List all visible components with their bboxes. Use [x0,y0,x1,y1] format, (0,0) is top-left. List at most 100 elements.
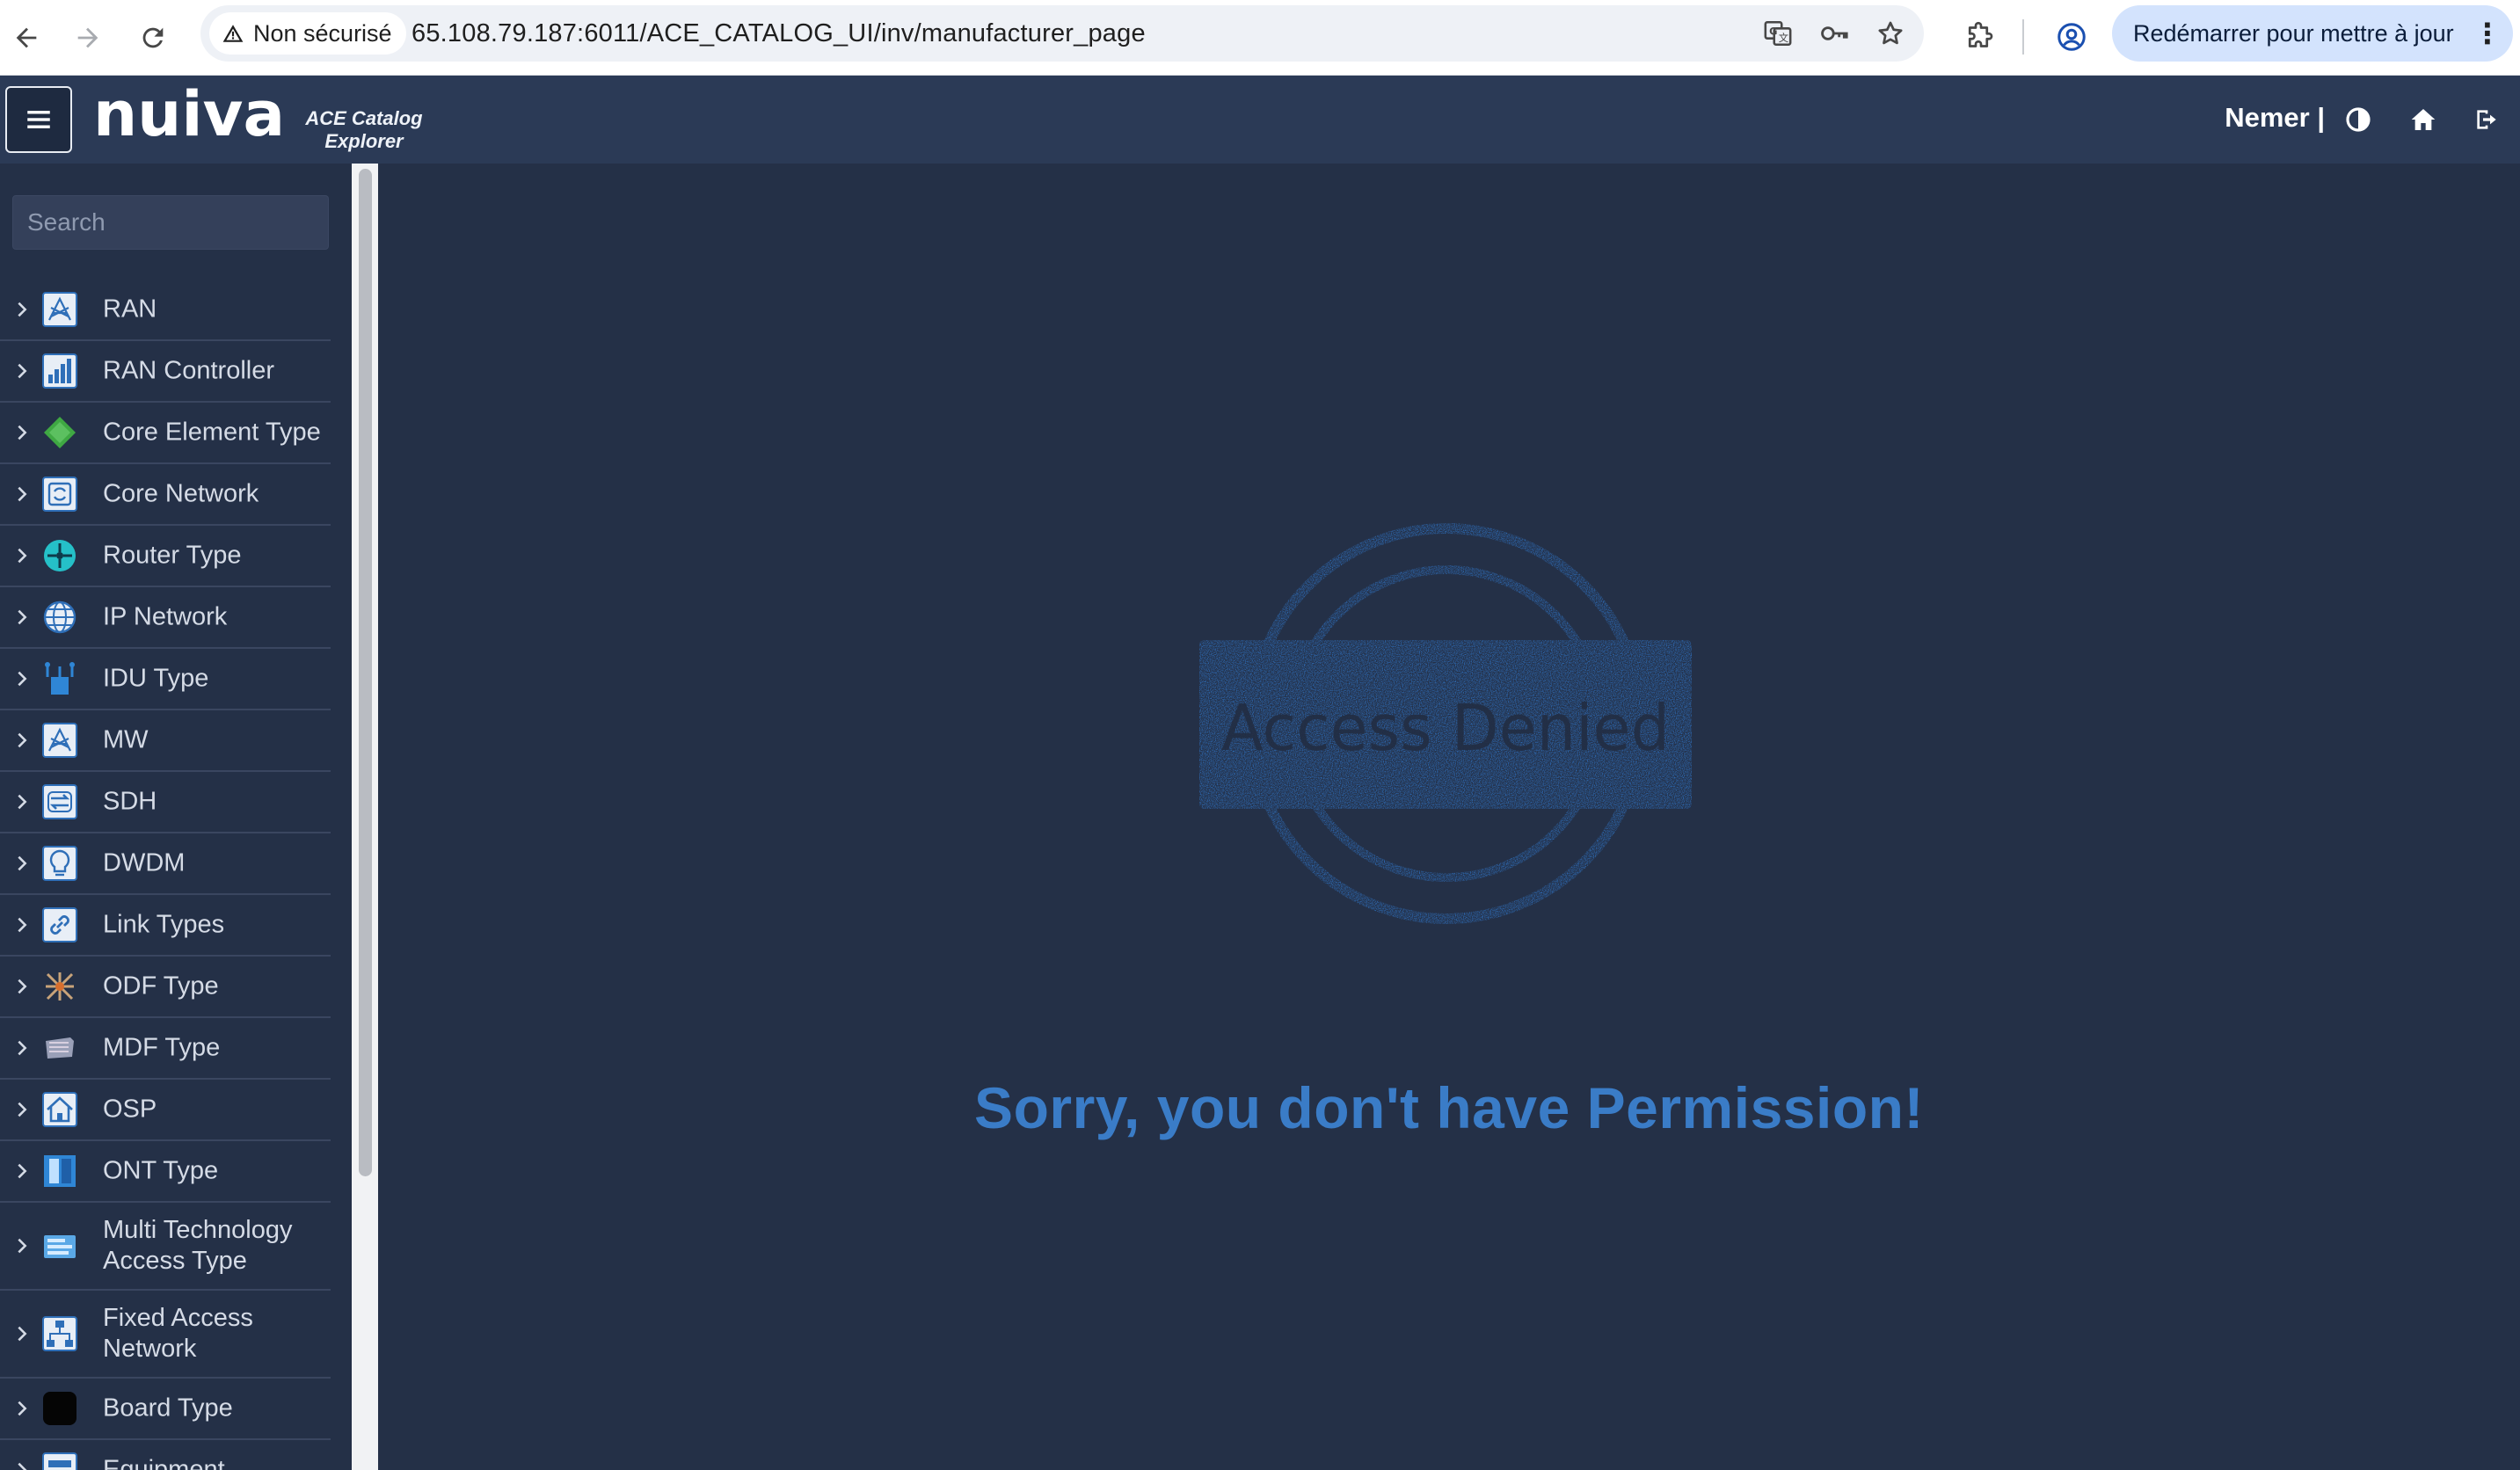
sidebar-item-odf-type[interactable]: ODF Type [0,957,331,1018]
sidebar-item-label: Fixed Access Network [103,1304,253,1363]
ran-controller-icon [42,353,77,389]
sidebar-item-equipment[interactable]: Equipment [0,1440,331,1470]
sidebar-item-board-type[interactable]: Board Type [0,1379,331,1440]
sidebar-item-ip-network[interactable]: IP Network [0,587,331,649]
chevron-right-icon[interactable] [12,977,32,996]
restart-to-update-button[interactable]: Redémarrer pour mettre à jour ⋮ [2112,5,2513,62]
sidebar-item-sdh[interactable]: SDH [0,772,331,833]
chevron-right-icon[interactable] [12,669,32,688]
chevron-right-icon[interactable] [12,608,32,627]
chevron-right-icon[interactable] [12,1038,32,1058]
reload-button[interactable] [127,12,178,63]
svg-text:文: 文 [1779,32,1788,44]
sidebar-item-ran[interactable]: RAN [0,280,331,341]
sidebar-item-label: Board Type [103,1394,233,1423]
chevron-right-icon[interactable] [12,1236,32,1255]
sidebar-item-idu-type[interactable]: IDU Type [0,649,331,710]
sidebar-item-label: MW [103,725,149,754]
address-bar[interactable]: Non sécurisé 65.108.79.187:6011/ACE_CATA… [200,5,1924,62]
chevron-right-icon[interactable] [12,792,32,811]
toolbar-divider [2022,19,2024,55]
ont-type-icon [42,1153,77,1189]
sidebar-item-core-element-type[interactable]: Core Element Type [0,403,331,464]
sidebar-search-input[interactable] [12,195,329,250]
theme-toggle-button[interactable] [2341,102,2376,137]
sidebar-item-dwdm[interactable]: DWDM [0,833,331,895]
browser-menu-icon[interactable]: ⋮ [2473,16,2502,51]
forward-arrow-icon [77,27,98,48]
chevron-right-icon[interactable] [12,1324,32,1343]
link-types-icon [42,907,77,942]
chevron-right-icon[interactable] [12,731,32,750]
home-icon [2411,109,2436,130]
ran-icon [42,292,77,327]
password-key-button[interactable] [1817,16,1852,51]
chevron-right-icon[interactable] [12,915,32,935]
warning-triangle-icon [222,25,244,42]
security-chip[interactable]: Non sécurisé [209,12,406,55]
translate-button[interactable]: G文 [1760,16,1795,51]
sidebar-item-osp[interactable]: OSP [0,1080,331,1141]
chevron-right-icon[interactable] [12,484,32,504]
url-text[interactable]: 65.108.79.187:6011/ACE_CATALOG_UI/inv/ma… [412,5,1146,62]
sidebar-item-label: ONT Type [103,1156,219,1185]
sidebar-scrollbar-thumb[interactable] [359,169,372,1176]
sidebar-item-label: Core Element Type [103,418,321,447]
mw-icon [42,723,77,758]
sidebar-item-label: ODF Type [103,972,219,1001]
sidebar-scrollbar[interactable] [352,164,378,1470]
profile-button[interactable] [2049,14,2094,60]
fixed-access-network-icon [42,1316,77,1351]
forward-button[interactable] [62,12,113,63]
chevron-right-icon[interactable] [12,423,32,442]
extensions-button[interactable] [1956,14,2001,60]
logout-button[interactable] [2469,102,2504,137]
sidebar-nav: RAN RAN Controller Core Element Type Cor… [0,280,331,1470]
key-icon [1821,26,1848,40]
sidebar-item-label: RAN Controller [103,356,274,385]
sdh-icon [42,784,77,819]
chevron-right-icon[interactable] [12,300,32,319]
odf-type-icon [42,969,77,1004]
chevron-right-icon[interactable] [12,1399,32,1418]
sidebar-item-fixed-access-network[interactable]: Fixed Access Network [0,1291,331,1379]
browser-toolbar: Non sécurisé 65.108.79.187:6011/ACE_CATA… [0,0,2520,76]
back-button[interactable] [1,12,52,63]
chevron-right-icon[interactable] [12,1161,32,1181]
profile-avatar-icon [2058,23,2086,51]
app-subtitle: ACE Catalog Explorer [304,107,424,153]
bookmark-button[interactable] [1873,16,1908,51]
logo-text: nuiva [93,88,285,146]
core-element-type-icon [42,415,77,450]
sidebar-item-label: RAN [103,295,157,324]
sidebar-item-ran-controller[interactable]: RAN Controller [0,341,331,403]
sidebar-item-link-types[interactable]: Link Types [0,895,331,957]
user-name: Nemer | [2225,102,2325,133]
security-label: Non sécurisé [253,19,392,47]
sidebar-item-label: SDH [103,787,157,816]
router-type-icon [42,538,77,573]
chevron-right-icon[interactable] [12,854,32,873]
hamburger-icon [27,111,50,128]
sidebar: RAN RAN Controller Core Element Type Cor… [0,164,352,1470]
chevron-right-icon[interactable] [12,546,32,565]
sidebar-item-ont-type[interactable]: ONT Type [0,1141,331,1203]
chevron-right-icon[interactable] [12,1100,32,1119]
contrast-icon [2346,107,2371,132]
home-button[interactable] [2406,102,2441,137]
chevron-right-icon[interactable] [12,361,32,381]
puzzle-icon [1968,21,1993,47]
app-header: nuiva ACE Catalog Explorer Nemer | [0,76,2520,164]
app-subtitle-line2: Explorer [324,130,404,152]
sidebar-item-multi-technology-access-type[interactable]: Multi Technology Access Type [0,1203,331,1291]
equipment-icon [42,1452,77,1470]
permission-message: Sorry, you don't have Permission! [974,1075,1924,1140]
chevron-right-icon[interactable] [12,1460,32,1470]
sidebar-item-label: IP Network [103,602,228,631]
sidebar-item-mdf-type[interactable]: MDF Type [0,1018,331,1080]
sidebar-item-router-type[interactable]: Router Type [0,526,331,587]
sidebar-item-mw[interactable]: MW [0,710,331,772]
menu-toggle-button[interactable] [5,86,72,153]
sidebar-item-core-network[interactable]: Core Network [0,464,331,526]
access-denied-stamp: Access Denied [1199,523,1692,924]
